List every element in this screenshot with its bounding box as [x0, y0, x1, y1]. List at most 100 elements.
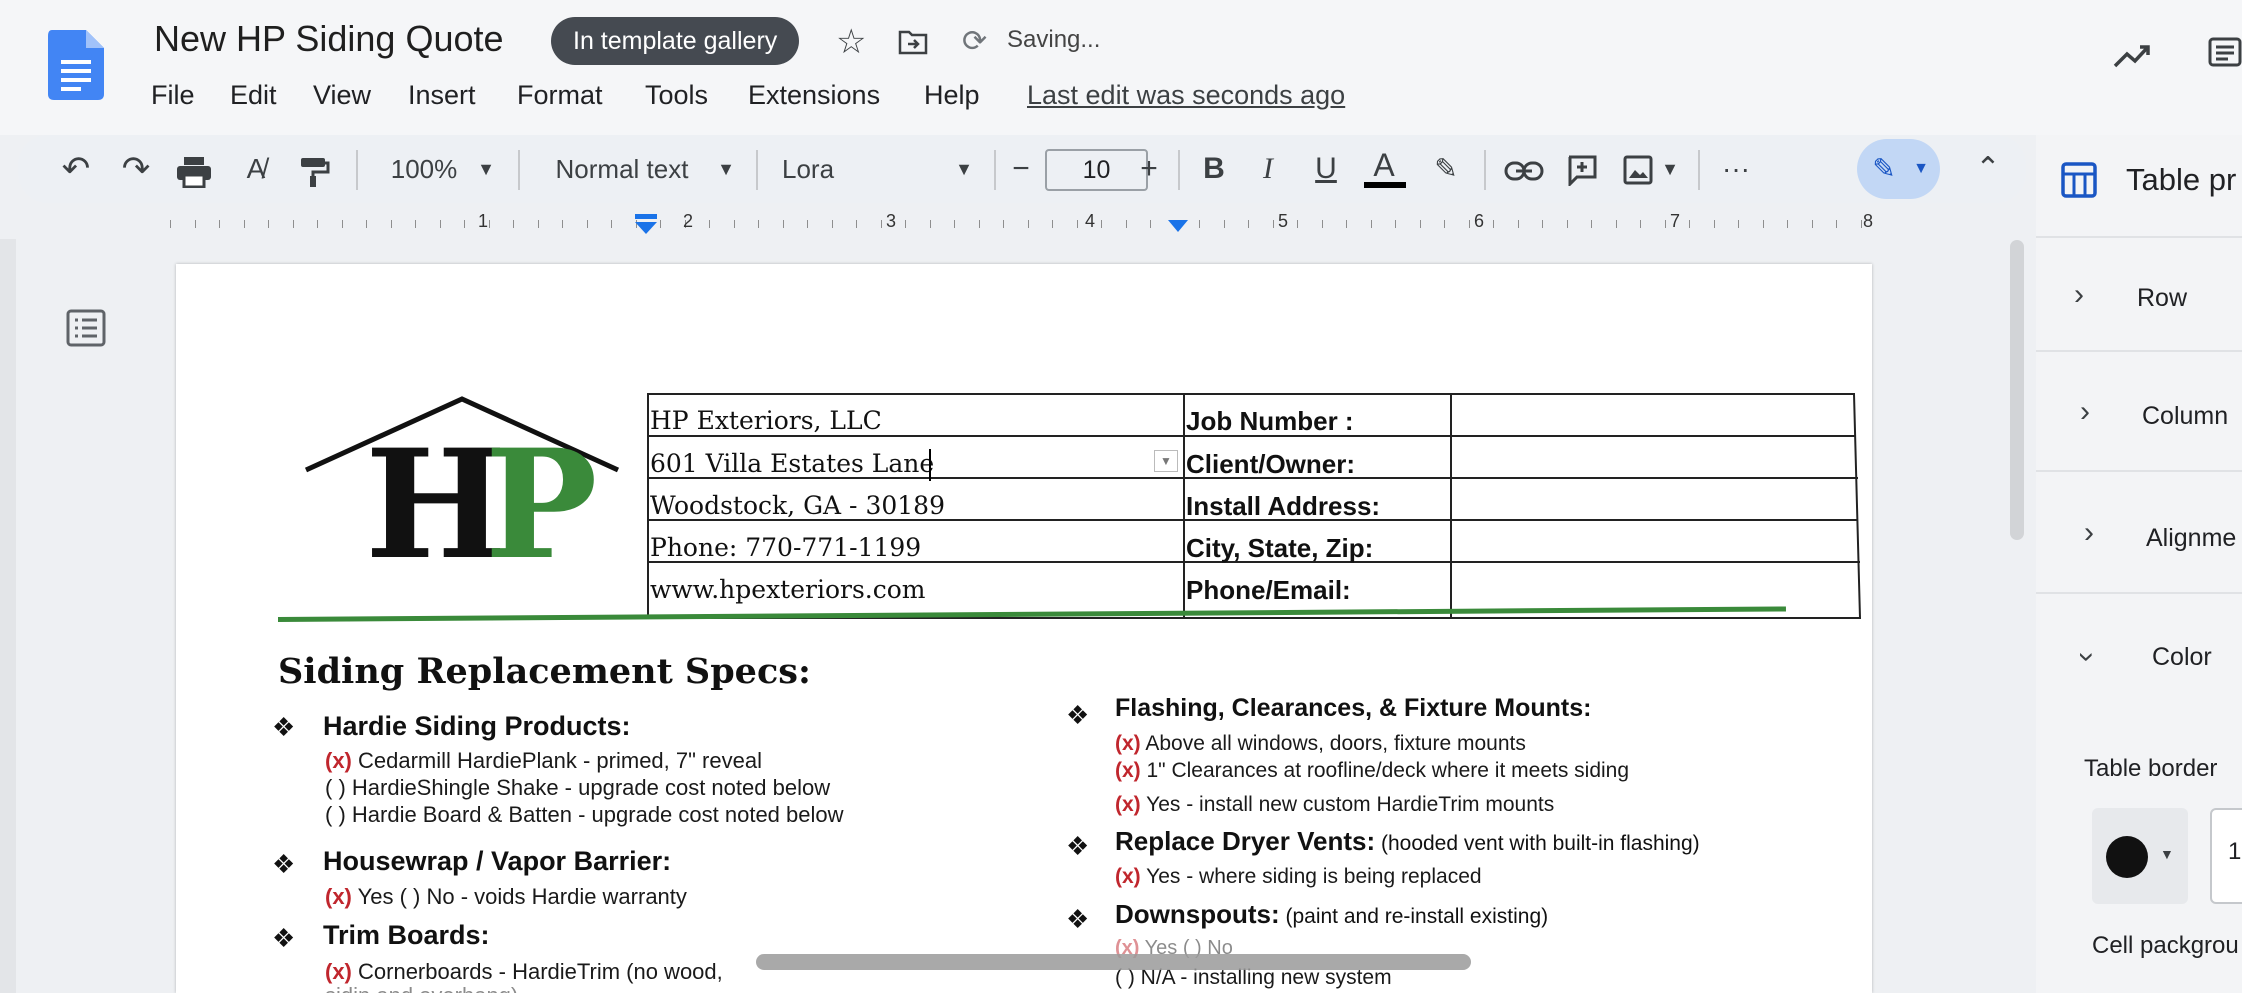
zoom-select[interactable]: 100% [384, 135, 464, 203]
activity-trend-icon[interactable] [2112, 38, 2152, 74]
ruler-tick [1616, 220, 1617, 228]
job-number-label[interactable]: Job Number : [1186, 406, 1354, 437]
font-select[interactable]: Lora [782, 135, 852, 203]
ruler-tick [881, 220, 882, 228]
collapse-menus-icon[interactable]: ⌃ [1970, 135, 2006, 203]
decrease-font-size-button[interactable]: − [1004, 135, 1038, 203]
ruler-tick [1028, 220, 1029, 228]
style-dropdown-icon[interactable]: ▼ [714, 135, 738, 203]
zoom-dropdown-icon[interactable]: ▼ [474, 135, 498, 203]
redo-icon[interactable]: ↷ [112, 135, 160, 203]
list-item[interactable]: sidin and overhang) [325, 983, 518, 993]
bold-button[interactable]: B [1196, 135, 1232, 203]
color-section-toggle[interactable]: Color [2152, 643, 2212, 672]
link-icon[interactable] [1504, 160, 1544, 182]
list-item[interactable]: (x) Above all windows, doors, fixture mo… [1115, 732, 1526, 756]
ruler-tick [1591, 220, 1592, 228]
star-icon[interactable]: ☆ [836, 22, 866, 62]
image-dropdown-icon[interactable]: ▼ [1658, 135, 1682, 203]
more-options-button[interactable]: ··· [1716, 135, 1756, 203]
add-comment-icon[interactable] [1566, 154, 1598, 186]
chevron-right-icon[interactable]: › [2084, 516, 2094, 550]
mode-dropdown-icon: ▼ [1913, 160, 1929, 177]
menu-edit[interactable]: Edit [230, 80, 277, 111]
chevron-right-icon[interactable]: › [2074, 278, 2084, 312]
menu-view[interactable]: View [313, 80, 371, 111]
list-item[interactable]: (x) 1" Clearances at roofline/deck where… [1115, 759, 1629, 783]
menu-insert[interactable]: Insert [408, 80, 476, 111]
list-item[interactable]: (x) Cornerboards - HardieTrim (no wood, [325, 959, 723, 985]
undo-icon[interactable]: ↶ [52, 135, 100, 203]
docs-logo-icon[interactable] [48, 30, 104, 100]
website-cell[interactable]: www.hpexteriors.com [650, 575, 926, 604]
city-cell[interactable]: Woodstock, GA - 30189 [650, 491, 945, 520]
paint-format-icon[interactable] [298, 156, 330, 188]
italic-button[interactable]: I [1250, 135, 1286, 203]
comments-icon[interactable] [2208, 36, 2242, 74]
home-indicator [756, 954, 1471, 970]
menu-file[interactable]: File [151, 80, 195, 111]
border-color-swatch [2106, 836, 2148, 878]
section-title[interactable]: Downspouts: (paint and re-install existi… [1115, 899, 1548, 930]
menu-format[interactable]: Format [517, 80, 603, 111]
increase-font-size-button[interactable]: + [1132, 135, 1166, 203]
ruler-tick [1787, 220, 1788, 228]
highlight-icon[interactable]: ✎ [1428, 135, 1464, 203]
ruler-tick [1738, 220, 1739, 228]
list-item[interactable]: (x) Yes ( ) No - voids Hardie warranty [325, 884, 687, 910]
cell-menu-dropdown-icon[interactable]: ▼ [1154, 450, 1178, 472]
specs-heading[interactable]: Siding Replacement Specs: [278, 651, 811, 692]
ruler-tick [1518, 220, 1519, 228]
section-title[interactable]: Hardie Siding Products: [323, 711, 631, 742]
chevron-right-icon[interactable]: › [2080, 395, 2090, 429]
city-state-zip-label[interactable]: City, State, Zip: [1186, 533, 1373, 564]
phone-email-label[interactable]: Phone/Email: [1186, 575, 1351, 606]
ruler-tick [1224, 220, 1225, 228]
print-icon[interactable] [176, 156, 212, 188]
underline-button[interactable]: U [1308, 135, 1344, 203]
list-item[interactable]: (x) Yes - install new custom HardieTrim … [1115, 793, 1554, 817]
chevron-down-icon[interactable]: › [2070, 652, 2104, 662]
alignment-section-toggle[interactable]: Alignme [2146, 524, 2236, 553]
ruler-tick [366, 220, 367, 228]
list-item[interactable]: ( ) Hardie Board & Batten - upgrade cost… [325, 802, 844, 828]
horizontal-ruler[interactable] [0, 203, 2026, 239]
move-to-folder-icon[interactable] [898, 28, 928, 56]
ruler-tick [1077, 220, 1078, 228]
list-item[interactable]: (x) Yes - where siding is being replaced [1115, 865, 1482, 889]
row-section-toggle[interactable]: Row [2137, 284, 2187, 313]
install-address-label[interactable]: Install Address: [1186, 491, 1380, 522]
menu-help[interactable]: Help [924, 80, 980, 111]
template-gallery-badge[interactable]: In template gallery [551, 17, 800, 65]
column-section-toggle[interactable]: Column [2142, 402, 2228, 431]
right-indent-marker-icon[interactable] [1167, 214, 1189, 234]
section-title[interactable]: Replace Dryer Vents: (hooded vent with b… [1115, 826, 1700, 857]
document-outline-icon[interactable] [66, 309, 106, 347]
list-item[interactable]: ( ) HardieShingle Shake - upgrade cost n… [325, 775, 830, 801]
list-item[interactable]: (x) Cedarmill HardiePlank - primed, 7" r… [325, 748, 762, 774]
section-title[interactable]: Flashing, Clearances, & Fixture Mounts: [1115, 694, 1591, 723]
document-title[interactable]: New HP Siding Quote [154, 18, 504, 60]
menu-extensions[interactable]: Extensions [748, 80, 880, 111]
ruler-tick [587, 220, 588, 228]
company-name-cell[interactable]: HP Exteriors, LLC [650, 406, 882, 435]
ruler-number: 2 [683, 211, 694, 231]
font-dropdown-icon[interactable]: ▼ [952, 135, 976, 203]
section-title[interactable]: Housewrap / Vapor Barrier: [323, 846, 671, 877]
spellcheck-icon[interactable]: A̸ [236, 135, 276, 203]
insert-image-icon[interactable] [1622, 154, 1654, 186]
menu-tools[interactable]: Tools [645, 80, 708, 111]
style-select[interactable]: Normal text [542, 135, 702, 203]
left-indent-marker-icon[interactable] [634, 214, 658, 236]
logo-letter-p: P [484, 417, 598, 593]
text-color-button[interactable]: A [1364, 135, 1404, 203]
ruler-tick [856, 220, 857, 228]
vertical-scrollbar[interactable] [2010, 240, 2024, 540]
last-edit-link[interactable]: Last edit was seconds ago [1027, 80, 1345, 111]
section-title[interactable]: Trim Boards: [323, 920, 490, 951]
ruler-tick [758, 220, 759, 228]
phone-cell[interactable]: Phone: 770-771-1199 [650, 533, 921, 562]
client-owner-label[interactable]: Client/Owner: [1186, 449, 1355, 480]
address-cell[interactable]: 601 Villa Estates Lane [650, 449, 934, 478]
text-cursor [929, 449, 931, 481]
